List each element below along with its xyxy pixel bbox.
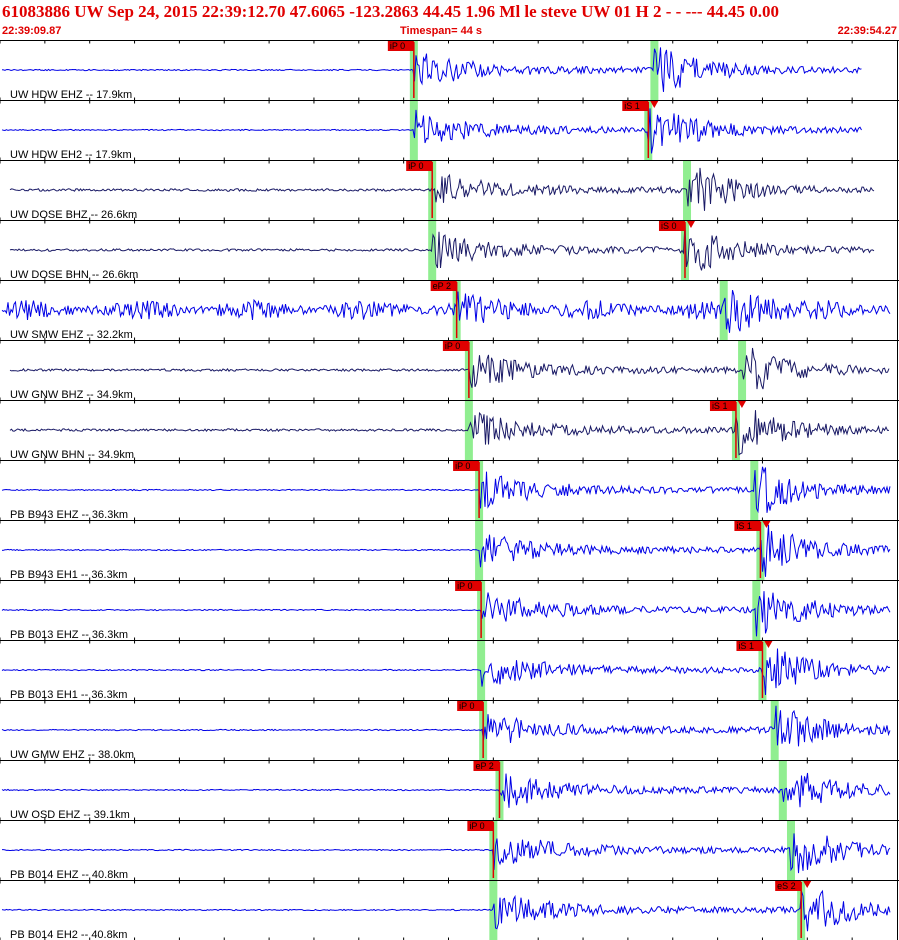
pick-label: iS 1	[624, 101, 640, 111]
pick-label: eP 2	[433, 281, 451, 291]
pick-label: iP 0	[459, 701, 474, 711]
trace-label: PB B013 EHZ -- 36.3km	[10, 629, 128, 641]
pick-label: iP 0	[469, 821, 484, 831]
s-window	[770, 701, 779, 760]
trace-label: PB B014 EHZ -- 40.8km	[10, 869, 128, 881]
timespan-label: Timespan= 44 s	[400, 25, 483, 37]
trace-label: PB B013 EH1 -- 36.3km	[10, 689, 127, 701]
trace-label: UW HDW EH2 -- 17.9km	[10, 149, 132, 161]
pick-label: iP 0	[408, 161, 423, 171]
start-time-label: 22:39:09.87	[2, 25, 62, 37]
trace-label: UW OSD EHZ -- 39.1km	[10, 809, 130, 821]
seismogram-panel[interactable]: iP 0 UW HDW EHZ -- 17.9km iS 1 UW HDW EH2 -…	[0, 40, 899, 940]
trace-label: UW GNW BHZ -- 34.9km	[10, 389, 133, 401]
pick-label: eP 2	[475, 761, 493, 771]
pick-label: iP 0	[457, 581, 472, 591]
trace-label: UW GMW EHZ -- 38.0km	[10, 749, 134, 761]
trace-label: PB B943 EHZ -- 36.3km	[10, 509, 128, 521]
pick-label: iS 1	[738, 641, 754, 651]
pick-label: iP 0	[455, 461, 470, 471]
pick-label: iP 0	[390, 41, 405, 51]
trace-label: PB B014 EH2 -- 40.8km	[10, 929, 127, 940]
trace-label: PB B943 EH1 -- 36.3km	[10, 569, 127, 581]
end-time-label: 22:39:54.27	[837, 25, 897, 37]
pick-label: eS 2	[777, 881, 796, 891]
trace-label: UW DOSE BHN -- 26.6km	[10, 269, 138, 281]
p-window	[477, 641, 486, 700]
pick-label: iS 0	[661, 221, 677, 231]
pick-label: iS 1	[736, 521, 752, 531]
trace-label: UW HDW EHZ -- 17.9km	[10, 89, 132, 101]
trace-label: UW DOSE BHZ -- 26.6km	[10, 209, 137, 221]
trace-label: UW SMW EHZ -- 32.2km	[10, 329, 133, 341]
event-header: 61083886 UW Sep 24, 2015 22:39:12.70 47.…	[2, 2, 780, 21]
pick-label: iP 0	[445, 341, 460, 351]
trace-label: UW GNW BHN -- 34.9km	[10, 449, 134, 461]
pick-label: iS 1	[712, 401, 728, 411]
s-window	[786, 821, 795, 880]
